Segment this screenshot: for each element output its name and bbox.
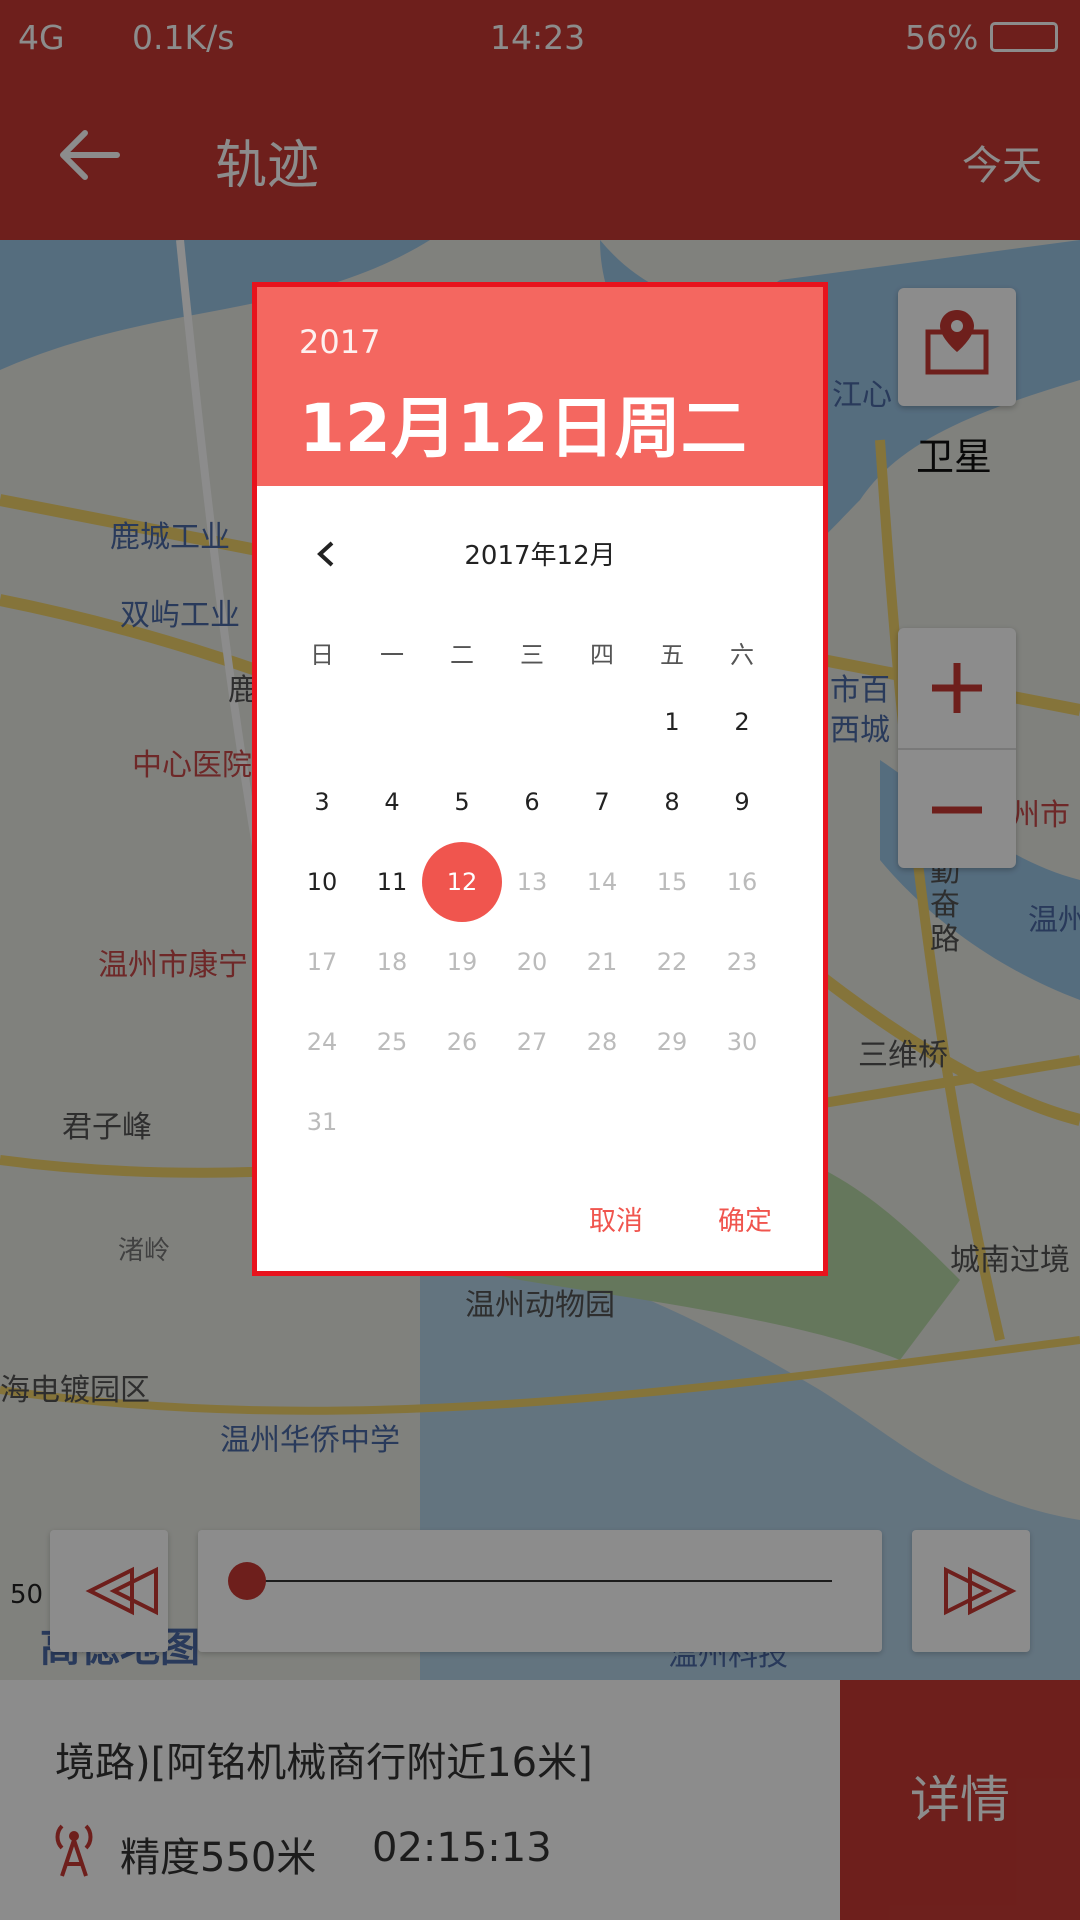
calendar-day: 14	[586, 868, 618, 896]
month-title: 2017年12月	[464, 541, 616, 571]
calendar-day: 26	[446, 1028, 478, 1056]
header-year[interactable]: 2017	[299, 323, 380, 361]
calendar-day: 20	[516, 948, 548, 976]
calendar-day[interactable]: 4	[357, 767, 427, 837]
calendar-day: 30	[726, 1028, 758, 1056]
cancel-button[interactable]: 取消	[589, 1199, 643, 1238]
calendar-day: 27	[516, 1028, 548, 1056]
calendar-day: 24	[306, 1028, 338, 1056]
calendar-day: 16	[726, 868, 758, 896]
calendar-day: 19	[446, 948, 478, 976]
weekday-label: 三	[520, 641, 544, 669]
calendar-day[interactable]: 10	[287, 847, 357, 917]
calendar-day: 21	[586, 948, 618, 976]
calendar-day[interactable]: 11	[357, 847, 427, 917]
calendar-day[interactable]: 6	[497, 767, 567, 837]
header-selected-date[interactable]: 12月12日周二	[299, 375, 747, 471]
calendar-day: 28	[586, 1028, 618, 1056]
ok-button[interactable]: 确定	[718, 1199, 772, 1238]
weekday-label: 一	[380, 641, 404, 669]
calendar-day: 25	[376, 1028, 408, 1056]
weekday-label: 六	[730, 641, 754, 669]
calendar-day: 17	[306, 948, 338, 976]
calendar-day: 18	[376, 948, 408, 976]
calendar-day: 31	[306, 1108, 338, 1136]
weekday-label: 二	[450, 641, 474, 669]
calendar-day: 23	[726, 948, 758, 976]
calendar-day: 22	[656, 948, 688, 976]
calendar-day: 29	[656, 1028, 688, 1056]
weekday-label: 日	[310, 641, 334, 669]
calendar-day[interactable]: 3	[287, 767, 357, 837]
calendar-day[interactable]: 5	[427, 767, 497, 837]
calendar-day: 15	[656, 868, 688, 896]
calendar-day[interactable]: 9	[707, 767, 777, 837]
date-picker-dialog: 2017 12月12日周二 2017年12月 日一二三四五六 123456789…	[252, 282, 828, 1276]
date-picker-header: 2017 12月12日周二	[257, 287, 823, 486]
calendar-day: 13	[516, 868, 548, 896]
calendar-day[interactable]: 2	[707, 687, 777, 757]
calendar-day[interactable]: 1	[637, 687, 707, 757]
calendar-day[interactable]: 7	[567, 767, 637, 837]
weekday-label: 五	[660, 641, 684, 669]
calendar-day-selected[interactable]: 12	[422, 842, 502, 922]
calendar-day[interactable]: 8	[637, 767, 707, 837]
weekday-label: 四	[590, 641, 614, 669]
